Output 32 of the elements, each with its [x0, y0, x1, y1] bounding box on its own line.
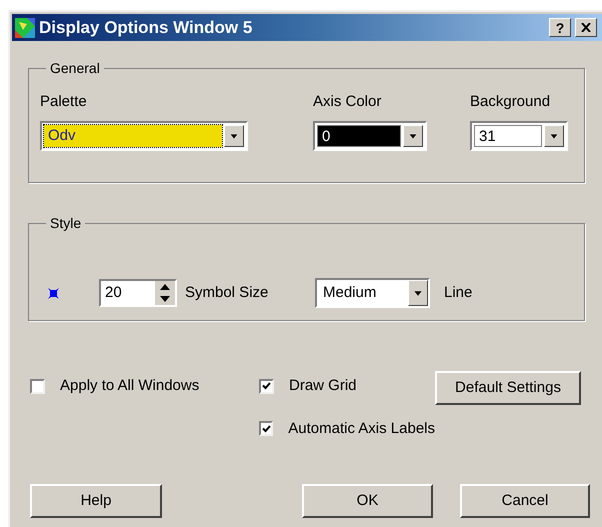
dialog-button[interactable]: Cancel: [460, 484, 590, 518]
color-dropdown[interactable]: Odv: [40, 120, 248, 150]
window-title: Display Options Window 5: [39, 16, 252, 39]
symbol-size-spinner[interactable]: 20: [99, 279, 177, 307]
symbol-marker-icon: [48, 288, 59, 298]
color-dropdown[interactable]: 31: [470, 120, 568, 150]
checkbox-label: Apply to All Windows: [60, 376, 200, 396]
checkmark-icon: [262, 382, 271, 390]
field-label: Background: [470, 92, 552, 112]
checkmark-icon: [262, 424, 271, 433]
color-dropdown[interactable]: 0: [313, 120, 427, 150]
help-button[interactable]: ?: [549, 18, 571, 37]
spin-up-icon[interactable]: [155, 281, 175, 293]
app-icon: [15, 18, 35, 38]
close-button[interactable]: [575, 18, 597, 37]
checkbox[interactable]: [259, 378, 274, 394]
spin-down-icon[interactable]: [155, 293, 175, 305]
field-label: Axis Color: [313, 92, 382, 112]
group-title: General: [49, 59, 101, 78]
default-settings-button[interactable]: Default Settings: [435, 371, 581, 405]
checkbox[interactable]: [30, 378, 45, 394]
close-icon[interactable]: [581, 23, 591, 32]
dialog-button[interactable]: OK: [302, 484, 433, 518]
group-title: Style: [49, 214, 82, 233]
field-label: Line: [444, 282, 472, 303]
checkbox-label: Draw Grid: [289, 376, 357, 396]
field-label: Palette: [40, 92, 88, 112]
dialog-button[interactable]: Help: [30, 484, 162, 518]
checkbox-label: Automatic Axis Labels: [288, 418, 435, 438]
checkbox[interactable]: [259, 421, 274, 436]
line-dropdown[interactable]: Medium: [315, 278, 430, 308]
field-label: Symbol Size: [185, 282, 270, 303]
